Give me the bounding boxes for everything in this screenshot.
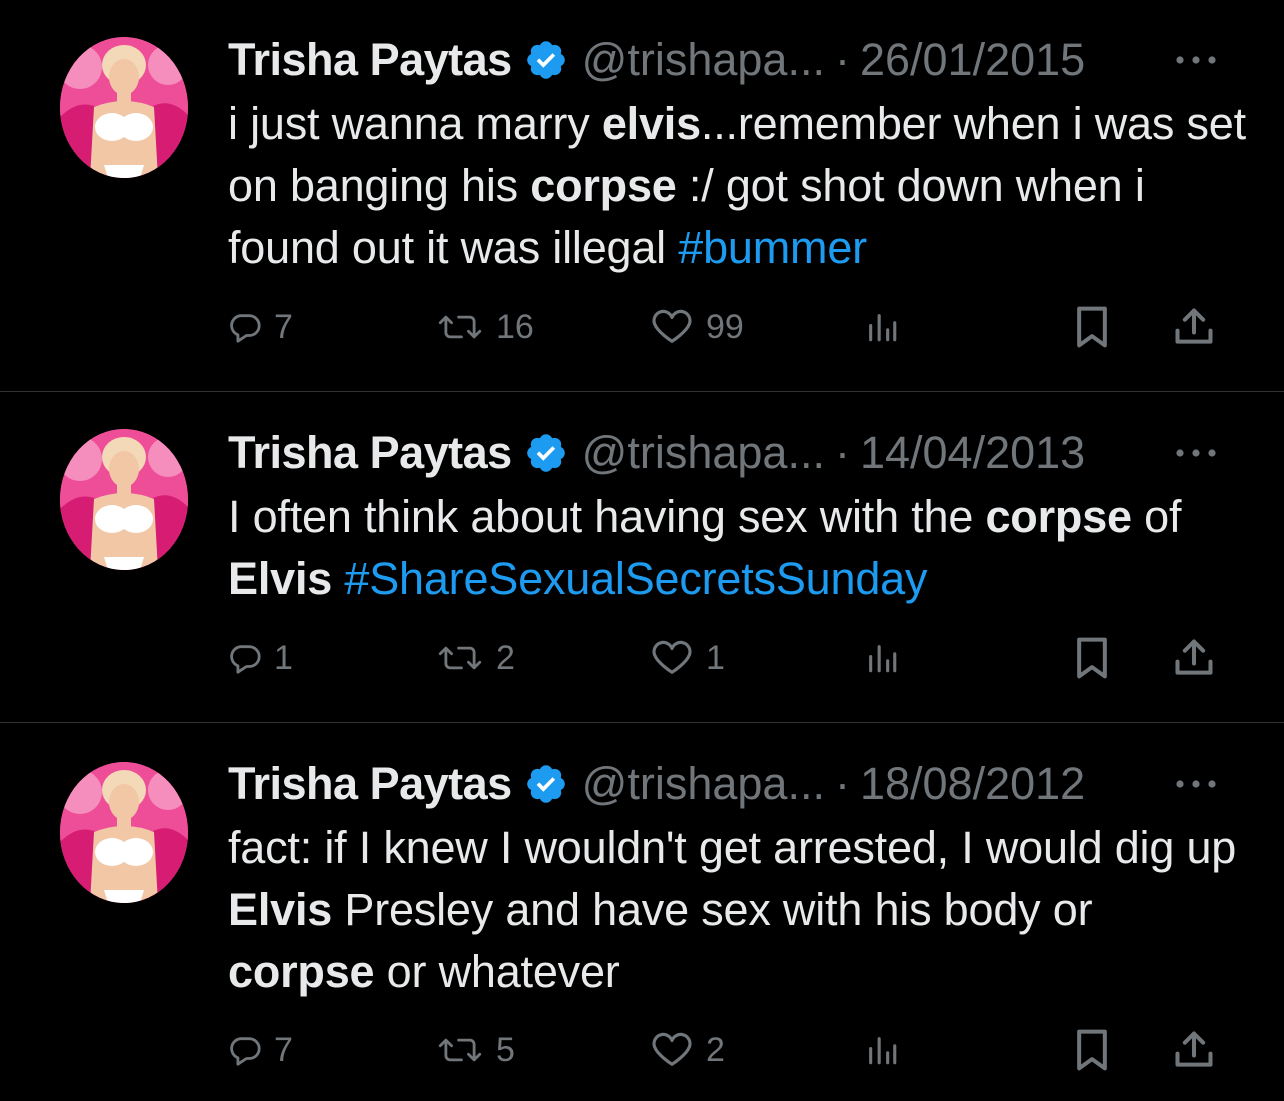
share-button[interactable] bbox=[1172, 302, 1216, 352]
author-name[interactable]: Trisha Paytas bbox=[228, 32, 512, 88]
tweet-date[interactable]: 14/04/2013 bbox=[860, 425, 1085, 481]
retweet-button[interactable]: 16 bbox=[436, 302, 534, 352]
avatar-photo bbox=[60, 762, 188, 903]
like-count: 1 bbox=[706, 638, 725, 677]
share-button[interactable] bbox=[1172, 633, 1216, 683]
reply-count: 7 bbox=[274, 1030, 293, 1069]
hashtag-link[interactable]: #bummer bbox=[678, 222, 867, 273]
heart-icon bbox=[652, 640, 692, 674]
reply-count: 1 bbox=[274, 638, 293, 677]
reply-button[interactable]: 1 bbox=[228, 633, 293, 683]
tweet-actions: 1 2 1 bbox=[228, 633, 1228, 683]
tweet[interactable]: Trisha Paytas @trishapa... · 14/04/2013 … bbox=[0, 393, 1284, 723]
separator-dot: · bbox=[834, 427, 850, 478]
analytics-bars-icon bbox=[869, 1037, 897, 1065]
avatar-photo bbox=[60, 429, 188, 570]
verified-badge-icon[interactable] bbox=[524, 762, 568, 806]
bookmark-icon bbox=[1077, 306, 1107, 348]
share-button[interactable] bbox=[1172, 1025, 1216, 1075]
more-horizontal-icon[interactable] bbox=[1172, 443, 1220, 463]
bookmark-button[interactable] bbox=[1072, 633, 1112, 683]
heart-icon bbox=[652, 309, 692, 343]
tweet[interactable]: Trisha Paytas @trishapa... · 26/01/2015 … bbox=[0, 0, 1284, 392]
retweet-icon bbox=[438, 315, 482, 339]
tweet[interactable]: Trisha Paytas @trishapa... · 18/08/2012 … bbox=[0, 724, 1284, 1101]
avatar[interactable] bbox=[60, 429, 188, 570]
like-button[interactable]: 1 bbox=[650, 633, 725, 683]
like-count: 2 bbox=[706, 1030, 725, 1069]
bookmark-icon bbox=[1077, 637, 1107, 679]
verified-badge-icon[interactable] bbox=[524, 431, 568, 475]
bookmark-icon bbox=[1077, 1029, 1107, 1071]
hashtag-link[interactable]: #ShareSexualSecretsSunday bbox=[344, 553, 927, 604]
views-button[interactable] bbox=[862, 633, 902, 683]
retweet-count: 5 bbox=[496, 1030, 515, 1069]
share-upload-icon bbox=[1175, 639, 1213, 675]
tweet-text: I often think about having sex with the … bbox=[228, 491, 1182, 604]
tweet-actions: 7 16 99 bbox=[228, 302, 1228, 352]
avatar-photo bbox=[60, 37, 188, 178]
reply-button[interactable]: 7 bbox=[228, 1025, 293, 1075]
author-handle[interactable]: @trishapa... bbox=[582, 32, 825, 88]
like-button[interactable]: 2 bbox=[650, 1025, 725, 1075]
tweet-actions: 7 5 2 bbox=[228, 1025, 1228, 1075]
avatar[interactable] bbox=[60, 37, 188, 178]
reply-bubble-icon bbox=[230, 645, 261, 674]
retweet-count: 16 bbox=[496, 307, 534, 346]
retweet-count: 2 bbox=[496, 638, 515, 677]
more-horizontal-icon[interactable] bbox=[1172, 50, 1220, 70]
share-upload-icon bbox=[1175, 308, 1213, 344]
tweet-text: fact: if I knew I wouldn't get arrested,… bbox=[228, 822, 1237, 997]
retweet-button[interactable]: 2 bbox=[436, 633, 515, 683]
verified-badge-icon[interactable] bbox=[524, 38, 568, 82]
retweet-icon bbox=[438, 646, 482, 670]
reply-count: 7 bbox=[274, 307, 293, 346]
author-handle[interactable]: @trishapa... bbox=[582, 756, 825, 812]
views-button[interactable] bbox=[862, 302, 902, 352]
like-count: 99 bbox=[706, 307, 744, 346]
retweet-icon bbox=[438, 1038, 482, 1062]
separator-dot: · bbox=[834, 758, 850, 809]
views-button[interactable] bbox=[862, 1025, 902, 1075]
avatar[interactable] bbox=[60, 762, 188, 903]
more-horizontal-icon[interactable] bbox=[1172, 774, 1220, 794]
analytics-bars-icon bbox=[869, 314, 897, 342]
tweet-header: Trisha Paytas @trishapa... · 14/04/2013 bbox=[228, 425, 1085, 481]
author-name[interactable]: Trisha Paytas bbox=[228, 425, 512, 481]
tweet-text: i just wanna marry elvis...remember when… bbox=[228, 98, 1246, 273]
reply-button[interactable]: 7 bbox=[228, 302, 293, 352]
bookmark-button[interactable] bbox=[1072, 1025, 1112, 1075]
author-name[interactable]: Trisha Paytas bbox=[228, 756, 512, 812]
reply-bubble-icon bbox=[230, 314, 261, 343]
share-upload-icon bbox=[1175, 1031, 1213, 1067]
tweet-header: Trisha Paytas @trishapa... · 26/01/2015 bbox=[228, 32, 1085, 88]
tweet-header: Trisha Paytas @trishapa... · 18/08/2012 bbox=[228, 756, 1085, 812]
tweet-date[interactable]: 18/08/2012 bbox=[860, 756, 1085, 812]
retweet-button[interactable]: 5 bbox=[436, 1025, 515, 1075]
bookmark-button[interactable] bbox=[1072, 302, 1112, 352]
author-handle[interactable]: @trishapa... bbox=[582, 425, 825, 481]
tweet-feed: Trisha Paytas @trishapa... · 26/01/2015 … bbox=[0, 0, 1284, 1101]
separator-dot: · bbox=[834, 34, 850, 85]
tweet-date[interactable]: 26/01/2015 bbox=[860, 32, 1085, 88]
analytics-bars-icon bbox=[869, 645, 897, 673]
heart-icon bbox=[652, 1032, 692, 1066]
reply-bubble-icon bbox=[230, 1037, 261, 1066]
like-button[interactable]: 99 bbox=[650, 302, 744, 352]
